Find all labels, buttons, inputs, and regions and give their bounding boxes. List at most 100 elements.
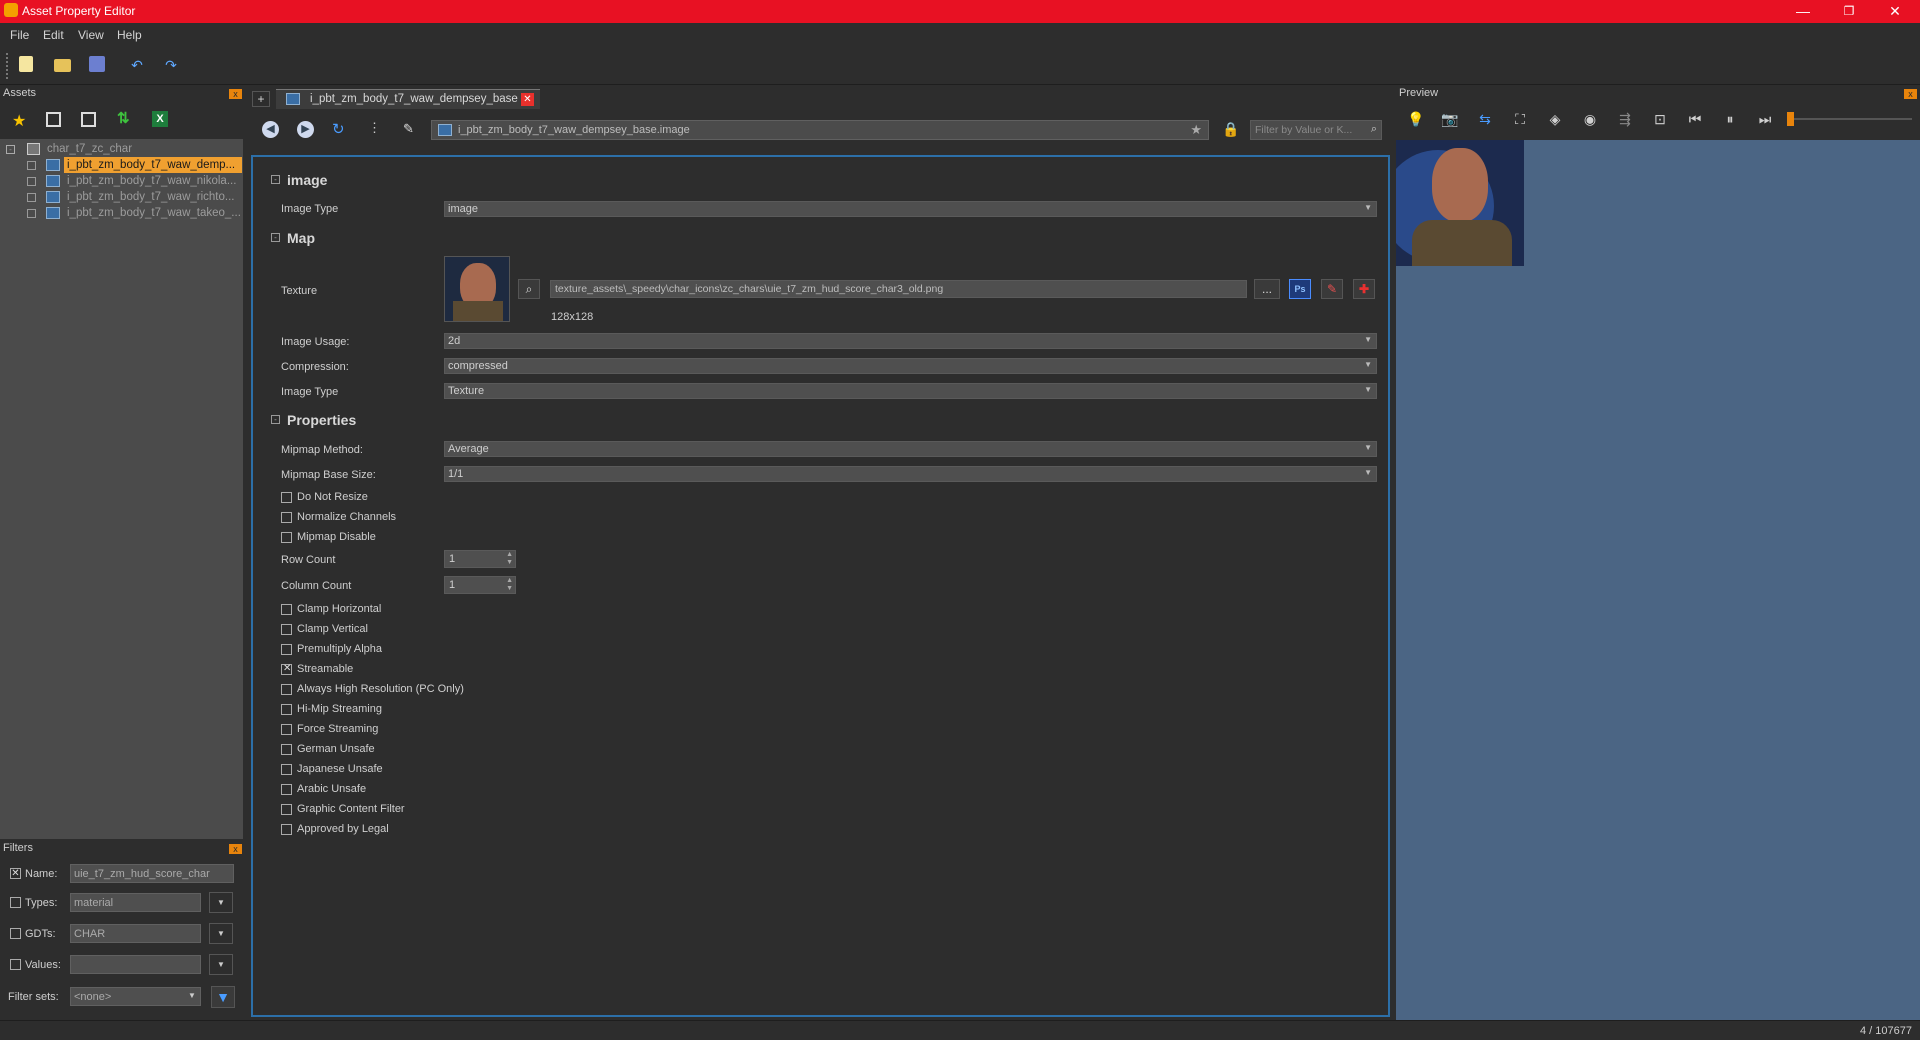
screenshot-icon[interactable]: ⊡ bbox=[1649, 108, 1671, 130]
map-image-type-select[interactable]: Texture ▼ bbox=[444, 383, 1377, 399]
force-streaming-checkbox[interactable] bbox=[281, 724, 292, 735]
pause-icon[interactable]: ⏸ bbox=[1719, 108, 1741, 130]
open-folder-icon[interactable] bbox=[54, 59, 71, 72]
filter-types-checkbox[interactable] bbox=[10, 897, 21, 908]
browse-button[interactable]: ... bbox=[1254, 279, 1280, 299]
mipmap-disable-checkbox[interactable] bbox=[281, 532, 292, 543]
german-unsafe-checkbox[interactable] bbox=[281, 744, 292, 755]
menu-help[interactable]: Help bbox=[117, 28, 142, 42]
section-map-toggle[interactable]: - bbox=[271, 233, 280, 242]
filter-types-dropdown[interactable]: ▼ bbox=[209, 892, 233, 913]
light-bulb-icon[interactable]: 💡 bbox=[1405, 108, 1427, 130]
add-texture-icon[interactable]: ✚ bbox=[1353, 279, 1375, 299]
tree-item[interactable]: i_pbt_zm_body_t7_waw_takeo_... bbox=[0, 205, 243, 221]
close-tab-icon[interactable]: ✕ bbox=[521, 93, 534, 106]
lock-icon[interactable]: 🔒 bbox=[1222, 121, 1239, 138]
close-window-button[interactable]: ✕ bbox=[1872, 0, 1918, 23]
edit-icon[interactable]: ✎ bbox=[403, 121, 414, 137]
filter-gdts-dropdown[interactable]: ▼ bbox=[209, 923, 233, 944]
funnel-filter-icon[interactable]: ▼ bbox=[211, 986, 235, 1008]
forward-icon[interactable]: ▶ bbox=[297, 121, 314, 138]
assets-panel-close-button[interactable]: x bbox=[229, 89, 242, 99]
minimize-button[interactable]: — bbox=[1780, 0, 1826, 23]
compression-select[interactable]: compressed ▼ bbox=[444, 358, 1377, 374]
filter-gdts-input[interactable]: CHAR bbox=[70, 924, 201, 943]
menu-view[interactable]: View bbox=[78, 28, 104, 42]
spin-up-icon[interactable]: ▲ bbox=[506, 577, 513, 584]
skip-back-icon[interactable]: ⏮ bbox=[1684, 108, 1706, 130]
filter-name-checkbox[interactable]: ✕ bbox=[10, 868, 21, 879]
do-not-resize-checkbox[interactable] bbox=[281, 492, 292, 503]
back-icon[interactable]: ◀ bbox=[262, 121, 279, 138]
clamp-horizontal-checkbox[interactable] bbox=[281, 604, 292, 615]
skip-forward-icon[interactable]: ⏭ bbox=[1754, 108, 1776, 130]
preview-panel-close-button[interactable]: x bbox=[1904, 89, 1917, 99]
row-count-spinbox[interactable]: 1 ▲ ▼ bbox=[444, 550, 516, 568]
property-filter-input[interactable]: Filter by Value or K... ⌕ bbox=[1250, 120, 1382, 140]
tree-view-icon[interactable]: ⋮ bbox=[368, 120, 381, 136]
clamp-vertical-checkbox[interactable] bbox=[281, 624, 292, 635]
frame-fit-icon[interactable]: ⛶ bbox=[1509, 108, 1531, 130]
section-properties-toggle[interactable]: - bbox=[271, 415, 280, 424]
spin-up-icon[interactable]: ▲ bbox=[506, 551, 513, 558]
search-icon[interactable]: ⌕ bbox=[518, 279, 540, 299]
filter-values-checkbox[interactable] bbox=[10, 959, 21, 970]
redo-icon[interactable]: ↷ bbox=[162, 56, 180, 74]
mipmap-base-select[interactable]: 1/1 ▼ bbox=[444, 466, 1377, 482]
texture-path-input[interactable]: texture_assets\_speedy\char_icons\zc_cha… bbox=[550, 280, 1247, 298]
approved-by-legal-checkbox[interactable] bbox=[281, 824, 292, 835]
column-count-spinbox[interactable]: 1 ▲ ▼ bbox=[444, 576, 516, 594]
arabic-unsafe-checkbox[interactable] bbox=[281, 784, 292, 795]
asset-tree[interactable]: - char_t7_zc_char i_pbt_zm_body_t7_waw_d… bbox=[0, 139, 243, 839]
asset-path-field[interactable]: i_pbt_zm_body_t7_waw_dempsey_base.image … bbox=[431, 120, 1209, 140]
favorite-star-icon[interactable]: ★ bbox=[12, 111, 26, 131]
filter-types-input[interactable]: material bbox=[70, 893, 201, 912]
section-image-toggle[interactable]: - bbox=[271, 175, 280, 184]
excel-export-icon[interactable]: X bbox=[152, 111, 168, 127]
preview-viewport[interactable] bbox=[1396, 140, 1920, 1020]
duplicate-asset-icon[interactable] bbox=[81, 112, 96, 127]
checkbox-icon[interactable] bbox=[27, 161, 36, 170]
premultiply-alpha-checkbox[interactable] bbox=[281, 644, 292, 655]
menu-file[interactable]: File bbox=[10, 28, 29, 42]
refresh-icon[interactable]: ↻ bbox=[332, 120, 345, 138]
menu-edit[interactable]: Edit bbox=[43, 28, 64, 42]
normalize-channels-checkbox[interactable] bbox=[281, 512, 292, 523]
japanese-unsafe-checkbox[interactable] bbox=[281, 764, 292, 775]
image-type-select[interactable]: image ▼ bbox=[444, 201, 1377, 217]
undo-icon[interactable]: ↶ bbox=[128, 56, 146, 74]
new-tab-button[interactable]: + bbox=[252, 91, 270, 107]
save-icon[interactable] bbox=[89, 56, 105, 72]
filters-panel-close-button[interactable]: x bbox=[229, 844, 242, 854]
spin-down-icon[interactable]: ▼ bbox=[506, 585, 513, 592]
filter-values-dropdown[interactable]: ▼ bbox=[209, 954, 233, 975]
copy-asset-icon[interactable] bbox=[46, 112, 61, 127]
checkbox-icon[interactable] bbox=[27, 177, 36, 186]
wireframe-icon[interactable]: ◈ bbox=[1544, 108, 1566, 130]
spin-down-icon[interactable]: ▼ bbox=[506, 559, 513, 566]
maximize-button[interactable]: ❐ bbox=[1826, 0, 1872, 23]
bookmark-star-icon[interactable]: ★ bbox=[1190, 122, 1202, 138]
texture-thumbnail[interactable] bbox=[444, 256, 510, 322]
tab-dempsey-base[interactable]: i_pbt_zm_body_t7_waw_dempsey_base ✕ bbox=[276, 89, 540, 109]
grid-icon[interactable]: ⇶ bbox=[1614, 108, 1636, 130]
streamable-checkbox[interactable] bbox=[281, 663, 292, 675]
tree-item[interactable]: i_pbt_zm_body_t7_waw_richto... bbox=[0, 189, 243, 205]
checkbox-icon[interactable] bbox=[27, 209, 36, 218]
image-usage-select[interactable]: 2d ▼ bbox=[444, 333, 1377, 349]
swap-icon[interactable]: ⇆ bbox=[1474, 108, 1496, 130]
timeline-slider-handle[interactable] bbox=[1787, 112, 1794, 126]
sort-arrows-icon[interactable]: ⇅ bbox=[117, 109, 130, 127]
collapse-toggle[interactable]: - bbox=[6, 145, 15, 154]
edit-texture-icon[interactable]: ✎ bbox=[1321, 279, 1343, 299]
always-high-res-checkbox[interactable] bbox=[281, 684, 292, 695]
filter-gdts-checkbox[interactable] bbox=[10, 928, 21, 939]
photoshop-button[interactable]: Ps bbox=[1289, 279, 1311, 299]
timeline-slider[interactable] bbox=[1790, 118, 1912, 120]
filter-name-input[interactable]: uie_t7_zm_hud_score_char bbox=[70, 864, 234, 883]
checkbox-icon[interactable] bbox=[27, 193, 36, 202]
tree-item[interactable]: i_pbt_zm_body_t7_waw_demp... bbox=[0, 157, 243, 173]
hi-mip-streaming-checkbox[interactable] bbox=[281, 704, 292, 715]
graphic-content-filter-checkbox[interactable] bbox=[281, 804, 292, 815]
new-file-icon[interactable] bbox=[19, 56, 33, 72]
